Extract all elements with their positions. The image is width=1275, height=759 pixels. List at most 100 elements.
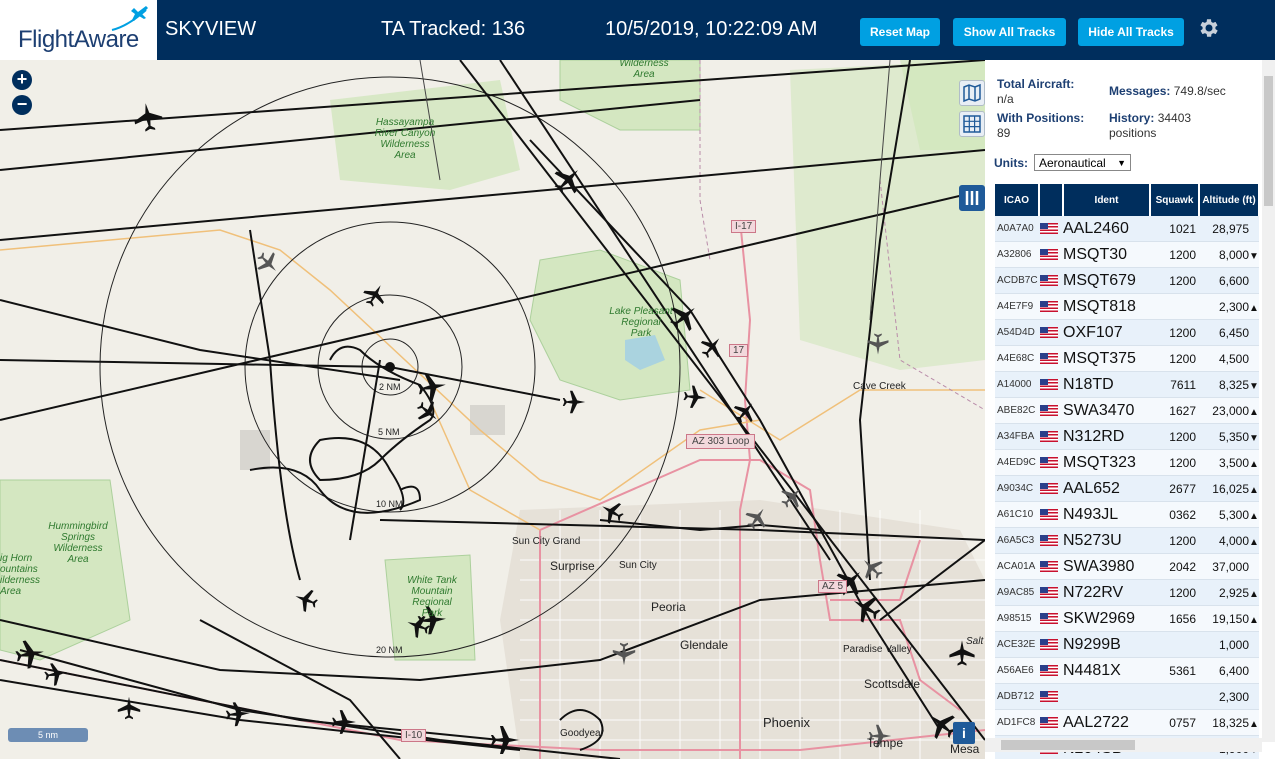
- ident-cell: N4481X: [1063, 657, 1150, 684]
- table-row[interactable]: A6A5C3 N5273U 1200 4,000▲: [995, 527, 1259, 554]
- altitude-trend-icon: ▲: [1249, 302, 1259, 314]
- messages-label: Messages:: [1109, 84, 1171, 98]
- icao-cell: A98515: [995, 605, 1039, 632]
- icao-cell: A4E7F9: [995, 293, 1039, 320]
- table-row[interactable]: A98515 SKW2969 1656 19,150▲: [995, 605, 1259, 632]
- map-layer-button[interactable]: [959, 80, 985, 106]
- flightaware-logo[interactable]: FlightAware: [0, 0, 157, 60]
- top-bar: FlightAware SKYVIEW TA Tracked: 136 10/5…: [0, 0, 1275, 60]
- squawk-cell: 5361: [1150, 657, 1199, 684]
- table-row[interactable]: A14000 N18TD 7611 8,325▼: [995, 371, 1259, 398]
- hide-all-tracks-button[interactable]: Hide All Tracks: [1078, 18, 1184, 46]
- table-row[interactable]: A0A7A0 AAL2460 1021 28,975: [995, 216, 1259, 242]
- show-all-tracks-button[interactable]: Show All Tracks: [953, 18, 1066, 46]
- country-flag-icon: [1039, 216, 1063, 242]
- altitude-value: 4,000: [1218, 533, 1249, 548]
- ring-label: 20 NM: [376, 645, 403, 655]
- table-row[interactable]: A9AC85 N722RV 1200 2,925▲: [995, 579, 1259, 606]
- table-row[interactable]: A54D4D OXF107 1200 6,450: [995, 319, 1259, 346]
- map-label-glendale: Glendale: [680, 638, 729, 652]
- country-flag-icon: [1039, 345, 1063, 372]
- squawk-cell: 1200: [1150, 449, 1199, 476]
- ident-cell: N493JL: [1063, 501, 1150, 528]
- table-row[interactable]: ACE32E N9299B 1,000: [995, 631, 1259, 658]
- altitude-trend-icon: ▼: [1249, 432, 1259, 444]
- total-aircraft-value: n/a: [997, 92, 1014, 106]
- icao-cell: A61C10: [995, 501, 1039, 528]
- map-label-surprise: Surprise: [550, 559, 595, 573]
- table-row[interactable]: A34FBA N312RD 1200 5,350▼: [995, 423, 1259, 450]
- highway-shield: AZ 303 Loop: [686, 434, 756, 449]
- map-label-big-horn: ig Horn ountains ilderness Area: [0, 553, 41, 597]
- table-row[interactable]: A61C10 N493JL 0362 5,300▲: [995, 501, 1259, 528]
- table-row[interactable]: ABE82C SWA3470 1627 23,000▲: [995, 397, 1259, 424]
- table-row[interactable]: A4E68C MSQT375 1200 4,500: [995, 345, 1259, 372]
- block-area: [240, 430, 270, 470]
- squawk-cell: 1021: [1150, 216, 1199, 242]
- altitude-cell: 2,300: [1199, 683, 1259, 710]
- messages-value: 749.8/sec: [1173, 84, 1226, 98]
- altitude-cell: 8,325▼: [1199, 371, 1259, 398]
- scrollbar-thumb[interactable]: [1001, 740, 1135, 750]
- column-squawk[interactable]: Squawk: [1150, 184, 1200, 216]
- icao-cell: A4E68C: [995, 345, 1039, 372]
- us-flag-icon: [1040, 508, 1058, 520]
- table-row[interactable]: ACDB7C MSQT679 1200 6,600: [995, 267, 1259, 294]
- table-row[interactable]: A32806 MSQT30 1200 8,000▼: [995, 241, 1259, 268]
- altitude-value: 5,350: [1218, 429, 1249, 444]
- altitude-trend-icon: ▲: [1249, 484, 1259, 496]
- squawk-cell: 1200: [1150, 423, 1199, 450]
- scrollbar-thumb[interactable]: [1264, 76, 1273, 206]
- map-canvas: [0, 60, 985, 759]
- columns-toggle-button[interactable]: [959, 185, 985, 211]
- altitude-value: 37,000: [1212, 559, 1249, 574]
- vertical-scrollbar[interactable]: [1262, 60, 1275, 742]
- highway-shield: AZ 5: [818, 580, 848, 593]
- ident-cell: AAL2460: [1063, 216, 1150, 242]
- altitude-value: 28,975: [1212, 221, 1249, 236]
- ident-cell: SWA3470: [1063, 397, 1150, 424]
- grid-toggle-button[interactable]: [959, 111, 985, 137]
- total-aircraft-stat: Total Aircraft: n/a: [997, 77, 1074, 107]
- table-row[interactable]: AD1FC8 AAL2722 0757 18,325▲: [995, 709, 1259, 736]
- map-label-peoria: Peoria: [651, 600, 686, 614]
- icao-cell: A54D4D: [995, 319, 1039, 346]
- column-icao[interactable]: ICAO: [995, 184, 1040, 216]
- country-flag-icon: [1039, 553, 1063, 580]
- table-row[interactable]: A56AE6 N4481X 5361 6,400: [995, 657, 1259, 684]
- table-row[interactable]: A4ED9C MSQT323 1200 3,500▲: [995, 449, 1259, 476]
- column-ident[interactable]: Ident: [1063, 184, 1151, 216]
- ident-cell: MSQT818: [1063, 293, 1150, 320]
- table-row[interactable]: A9034C AAL652 2677 16,025▲: [995, 475, 1259, 502]
- gear-icon[interactable]: [1196, 16, 1220, 40]
- column-altitude[interactable]: Altitude (ft): [1199, 184, 1260, 216]
- info-button[interactable]: i: [953, 722, 975, 744]
- units-label: Units:: [994, 156, 1028, 170]
- table-row[interactable]: ACA01A SWA3980 2042 37,000: [995, 553, 1259, 580]
- block-area: [470, 405, 505, 435]
- map-label-cave-creek: Cave Creek: [853, 381, 906, 392]
- history-label: History:: [1109, 111, 1155, 125]
- horizontal-scrollbar[interactable]: [985, 738, 1262, 752]
- us-flag-icon: [1040, 638, 1058, 650]
- units-select[interactable]: Aeronautical ▼: [1034, 154, 1131, 171]
- table-row[interactable]: ADB712 2,300: [995, 683, 1259, 710]
- altitude-trend-icon: ▲: [1249, 406, 1259, 418]
- altitude-cell: 18,325▲: [1199, 709, 1259, 736]
- with-positions-value: 89: [997, 126, 1011, 140]
- map-label-paradise-valley: Paradise Valley: [843, 644, 912, 655]
- altitude-value: 5,300: [1218, 507, 1249, 522]
- zoom-out-button[interactable]: −: [12, 95, 32, 115]
- reset-map-button[interactable]: Reset Map: [860, 18, 940, 46]
- icao-cell: A34FBA: [995, 423, 1039, 450]
- column-flag[interactable]: [1039, 184, 1064, 216]
- zoom-in-button[interactable]: +: [12, 70, 32, 90]
- country-flag-icon: [1039, 657, 1063, 684]
- altitude-trend-icon: ▲: [1249, 458, 1259, 470]
- table-row[interactable]: A4E7F9 MSQT818 2,300▲: [995, 293, 1259, 320]
- squawk-cell: 1200: [1150, 319, 1199, 346]
- altitude-cell: 1,000: [1199, 631, 1259, 658]
- map-view[interactable]: Wilderness Area Hassayampa River Canyon …: [0, 60, 985, 759]
- altitude-value: 6,450: [1218, 325, 1249, 340]
- map-label-phoenix: Phoenix: [763, 715, 810, 730]
